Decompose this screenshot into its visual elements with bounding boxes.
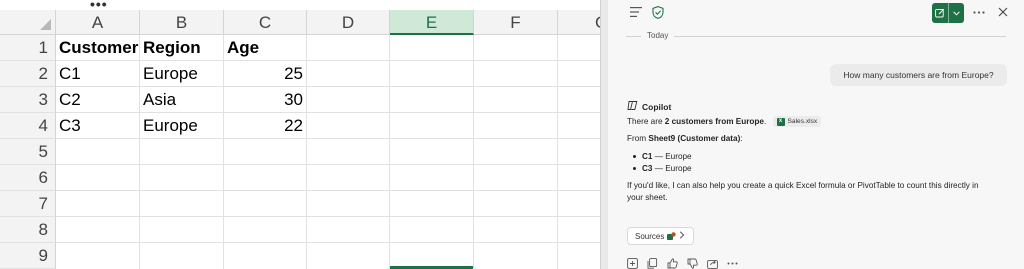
copilot-logo-icon xyxy=(627,98,638,116)
bullet-id: C1 xyxy=(642,152,653,161)
chevron-right-icon xyxy=(679,231,685,241)
bullet-dot xyxy=(633,155,636,159)
ribbon-strip: ••• xyxy=(0,0,600,12)
column-header-f[interactable]: F xyxy=(474,10,558,35)
column-header-b[interactable]: B xyxy=(140,10,224,35)
column-header-g[interactable]: G xyxy=(558,10,600,35)
cell-c2[interactable]: 25 xyxy=(224,61,307,87)
edit-icon[interactable] xyxy=(932,3,948,23)
hamburger-icon[interactable] xyxy=(628,5,644,19)
share-icon[interactable] xyxy=(706,257,719,269)
list-item: C3 — Europe xyxy=(633,163,692,174)
sheet-name: Sheet9 (Customer data) xyxy=(648,134,741,143)
bullet-text: — Europe xyxy=(652,152,692,161)
cell-a2[interactable]: C1 xyxy=(56,61,140,87)
followup-line-1: If you'd like, I can also help you creat… xyxy=(627,181,979,190)
answer-line: There are 2 customers from Europe. x Sal… xyxy=(627,116,822,128)
pane-splitter[interactable] xyxy=(600,0,608,269)
more-actions-icon[interactable] xyxy=(726,257,739,269)
row-header-2[interactable]: 2 xyxy=(0,61,56,87)
date-separator: Today xyxy=(626,30,1006,42)
column-header-e[interactable]: E xyxy=(390,10,474,35)
column-header-a[interactable]: A xyxy=(56,10,140,35)
corner-triangle-icon xyxy=(40,19,51,30)
more-icon[interactable] xyxy=(970,3,988,21)
bullet-text: — Europe xyxy=(652,164,692,173)
followup-line-2: your sheet. xyxy=(627,193,668,202)
cell-b2[interactable]: Europe xyxy=(140,61,224,87)
gridline xyxy=(56,190,600,191)
row-header-5[interactable]: 5 xyxy=(0,139,56,165)
sources-label: Sources xyxy=(635,231,665,241)
column-header-d[interactable]: D xyxy=(307,10,390,35)
assistant-name: Copilot xyxy=(642,102,672,112)
cell-a1[interactable]: Customer xyxy=(56,35,140,61)
insert-icon[interactable] xyxy=(626,257,639,269)
gridline xyxy=(389,35,390,269)
row-header-9[interactable]: 9 xyxy=(0,243,56,269)
file-chip-label: Sales.xlsx xyxy=(787,118,818,126)
row-header-3[interactable]: 3 xyxy=(0,87,56,113)
separator-line xyxy=(626,36,1006,37)
row-header-4[interactable]: 4 xyxy=(0,113,56,139)
source-app-icon xyxy=(667,231,677,241)
message-actions xyxy=(626,256,739,269)
cell-c1[interactable]: Age xyxy=(224,35,307,61)
thumbs-down-icon[interactable] xyxy=(686,257,699,269)
cell-a3[interactable]: C2 xyxy=(56,87,140,113)
answer-prefix: There are xyxy=(627,117,665,126)
shield-check-icon[interactable] xyxy=(650,4,666,20)
assistant-header: Copilot xyxy=(627,101,671,113)
gridline xyxy=(473,35,474,269)
row-header-8[interactable]: 8 xyxy=(0,217,56,243)
row-header-6[interactable]: 6 xyxy=(0,165,56,191)
answer-suffix: . xyxy=(763,117,767,126)
bullet-dot xyxy=(633,167,636,171)
source-line: From Sheet9 (Customer data): xyxy=(627,133,743,144)
column-header-c[interactable]: C xyxy=(224,10,307,35)
select-all-corner[interactable] xyxy=(0,10,56,35)
gridline xyxy=(56,242,600,243)
answer-bold: 2 customers from Europe xyxy=(664,117,764,126)
copy-icon[interactable] xyxy=(646,257,659,269)
gridline xyxy=(56,164,600,165)
close-icon[interactable] xyxy=(994,3,1012,21)
file-reference-chip[interactable]: x Sales.xlsx xyxy=(772,116,822,128)
user-message: How many customers are from Europe? xyxy=(830,64,1007,86)
cell-c3[interactable]: 30 xyxy=(224,87,307,113)
excel-file-icon: x xyxy=(776,117,785,126)
chevron-down-icon[interactable] xyxy=(948,3,964,23)
list-item: C1 — Europe xyxy=(633,151,692,162)
copilot-toolbar xyxy=(608,0,1024,26)
cell-b1[interactable]: Region xyxy=(140,35,224,61)
copilot-pane: Today How many customers are from Europe… xyxy=(608,0,1024,269)
cell-b4[interactable]: Europe xyxy=(140,113,224,139)
row-header-7[interactable]: 7 xyxy=(0,191,56,217)
cell-c4[interactable]: 22 xyxy=(224,113,307,139)
thumbs-up-icon[interactable] xyxy=(666,257,679,269)
date-label: Today xyxy=(641,30,675,42)
from-suffix: : xyxy=(740,134,743,143)
from-prefix: From xyxy=(627,134,649,143)
gridline xyxy=(557,35,558,269)
bullet-id: C3 xyxy=(642,164,653,173)
new-chat-button[interactable] xyxy=(932,3,964,23)
row-header-1[interactable]: 1 xyxy=(0,35,56,61)
cell-b3[interactable]: Asia xyxy=(140,87,224,113)
sources-button[interactable]: Sources xyxy=(627,227,694,245)
spreadsheet-grid: ••• A B C D E F G 1 2 3 4 5 6 7 8 9 Cust… xyxy=(0,0,600,269)
cell-a4[interactable]: C3 xyxy=(56,113,140,139)
gridline xyxy=(56,216,600,217)
